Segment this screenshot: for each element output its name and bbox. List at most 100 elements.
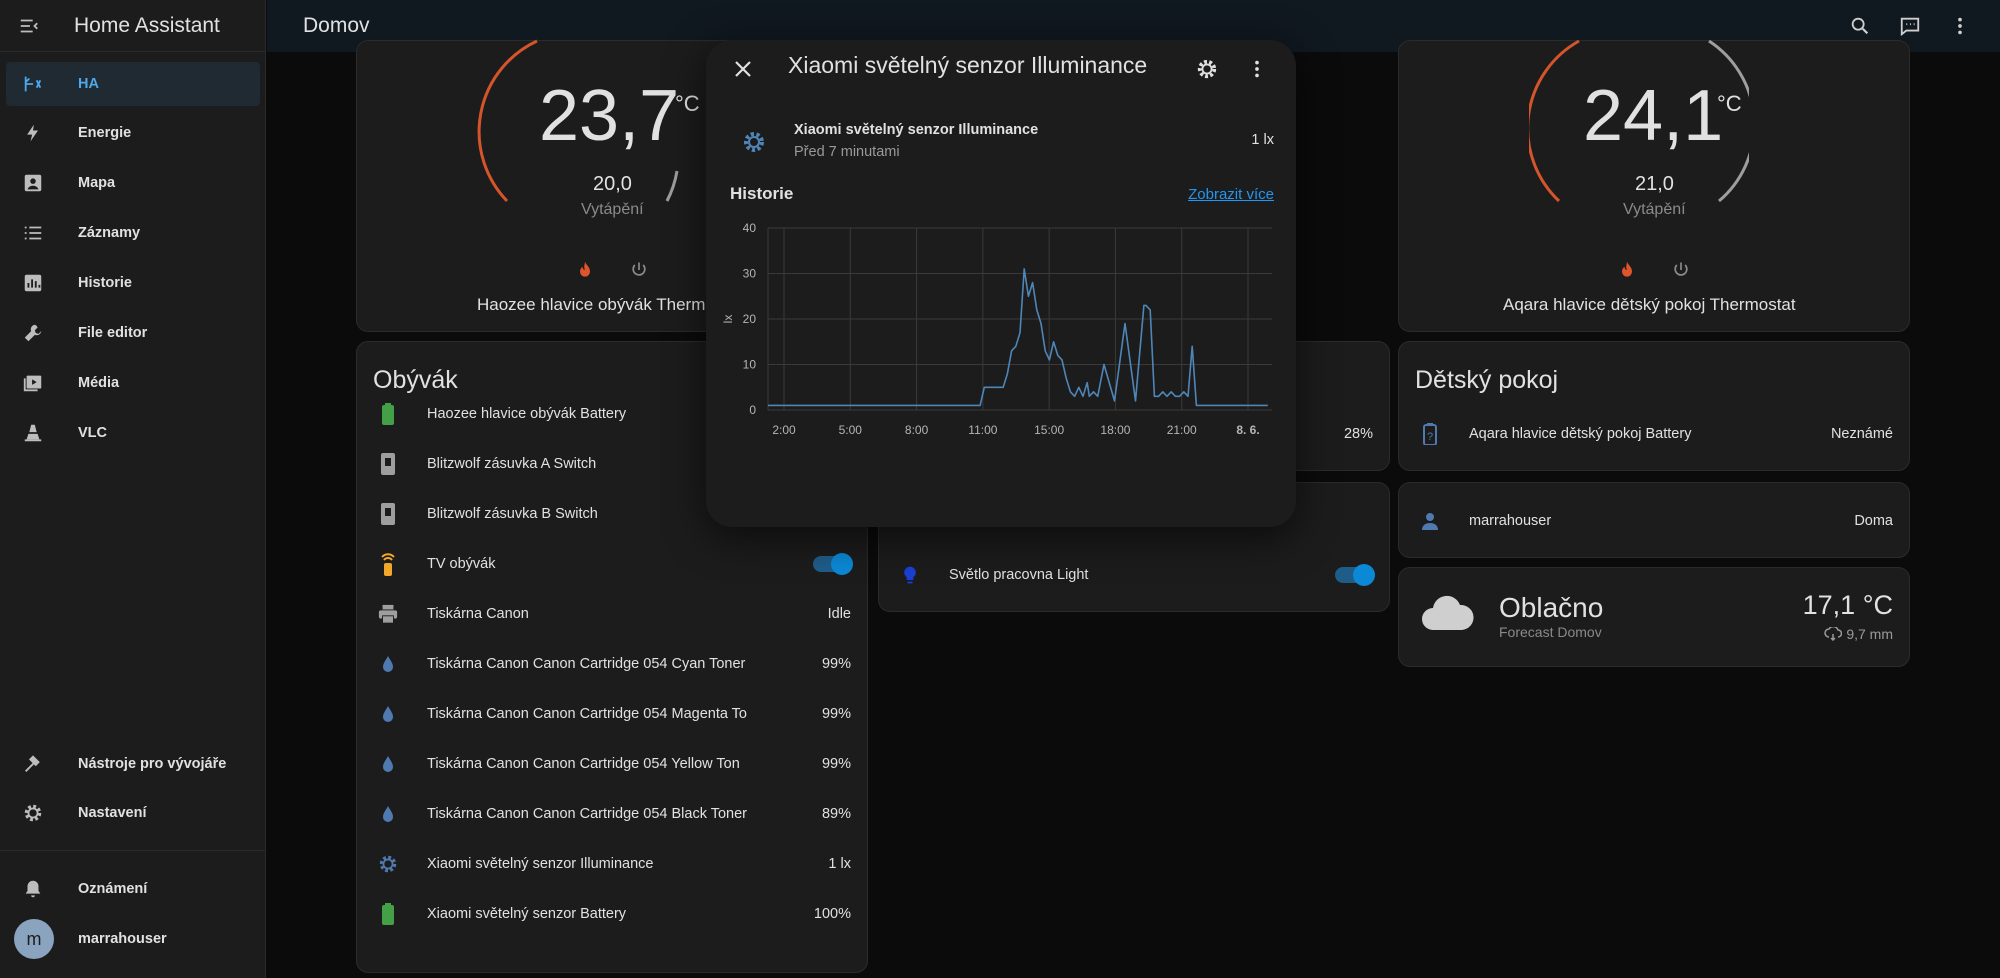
- list-item[interactable]: Tiskárna Canon Canon Cartridge 054 Cyan …: [373, 644, 851, 684]
- svg-text:?: ?: [1427, 431, 1433, 443]
- chart-x-tick: 21:00: [1167, 423, 1197, 437]
- sidebar-item-settings[interactable]: Nastavení: [6, 791, 260, 835]
- power-icon[interactable]: [1671, 259, 1691, 286]
- weather-precipitation: 9,7 mm: [1824, 626, 1893, 642]
- power-icon[interactable]: [629, 259, 649, 286]
- chart-y-axis-label: lx: [721, 315, 735, 324]
- hvac-mode-label: Vytápění: [1623, 201, 1686, 218]
- person-card[interactable]: marrahouser Doma: [1398, 482, 1910, 558]
- brightness-icon: [742, 130, 766, 159]
- sidebar-item-dev-tools[interactable]: Nástroje pro vývojáře: [6, 742, 260, 786]
- dialog-entity-time: Před 7 minutami: [794, 144, 900, 160]
- sidebar-item-historie[interactable]: Historie: [6, 261, 260, 305]
- battery-unknown-icon[interactable]: ?: [1415, 419, 1445, 449]
- water-drop-icon[interactable]: [373, 699, 403, 729]
- assist-icon[interactable]: [1896, 12, 1924, 40]
- battery-icon[interactable]: [373, 899, 403, 929]
- weather-subtitle: Forecast Domov: [1499, 624, 1602, 640]
- chart-x-tick: 5:00: [839, 423, 863, 437]
- fire-icon[interactable]: [575, 259, 595, 286]
- power-socket-icon[interactable]: [373, 499, 403, 529]
- sidebar-item-ha[interactable]: HA: [6, 62, 260, 106]
- card-title: Obývák: [373, 366, 458, 394]
- list-item[interactable]: Tiskárna Canon Canon Cartridge 054 Yello…: [373, 744, 851, 784]
- list-item[interactable]: Světlo pracovna Light: [895, 555, 1375, 595]
- printer-icon[interactable]: [373, 599, 403, 629]
- sidebar-item-user[interactable]: m marrahouser: [6, 917, 260, 961]
- chart-x-tick: 8. 6.: [1236, 423, 1259, 437]
- remote-icon[interactable]: [373, 549, 403, 579]
- sidebar-item-zaznamy[interactable]: Záznamy: [6, 211, 260, 255]
- sidebar-item-media[interactable]: Média: [6, 361, 260, 405]
- sidebar-item-vlc[interactable]: VLC: [6, 411, 260, 455]
- thermostat-card-detsky[interactable]: 24,1 °C 21,0 Vytápění Aqara hlavice děts…: [1398, 39, 1910, 332]
- water-drop-icon[interactable]: [373, 649, 403, 679]
- sidebar-item-label: Oznámení: [78, 881, 148, 897]
- entity-value: 100%: [813, 906, 851, 922]
- settings-gear-icon[interactable]: [1192, 54, 1222, 84]
- sidebar-item-energie[interactable]: Energie: [6, 111, 260, 155]
- entity-name: TV obývák: [427, 556, 496, 572]
- entity-name: Xiaomi světelný senzor Illuminance: [427, 856, 654, 872]
- chart-y-tick: 20: [743, 312, 757, 326]
- brightness-icon[interactable]: [373, 849, 403, 879]
- sidebar-item-mapa[interactable]: Mapa: [6, 161, 260, 205]
- tv-toggle[interactable]: [813, 553, 853, 575]
- list-item[interactable]: ? Aqara hlavice dětský pokoj Battery Nez…: [1415, 414, 1893, 454]
- list-item[interactable]: Xiaomi světelný senzor Illuminance 1 lx: [373, 844, 851, 884]
- show-more-link[interactable]: Zobrazit více: [1188, 186, 1274, 203]
- temperature-unit: °C: [1717, 91, 1742, 116]
- avatar: m: [14, 919, 54, 959]
- close-icon[interactable]: [728, 54, 758, 84]
- bell-icon: [18, 877, 48, 901]
- list-item[interactable]: Tiskárna Canon Idle: [373, 594, 851, 634]
- account-icon[interactable]: [1415, 506, 1445, 536]
- entity-name: Tiskárna Canon Canon Cartridge 054 Black…: [427, 806, 747, 822]
- dialog-entity-row: Xiaomi světelný senzor Illuminance Před …: [728, 120, 1274, 166]
- current-temperature: 23,7: [539, 76, 680, 156]
- entity-name: Tiskárna Canon Canon Cartridge 054 Magen…: [427, 706, 747, 722]
- more-vertical-icon[interactable]: [1242, 54, 1272, 84]
- entity-name: Tiskárna Canon Canon Cartridge 054 Yello…: [427, 756, 740, 772]
- list-item[interactable]: marrahouser Doma: [1415, 501, 1893, 541]
- chart-x-tick: 18:00: [1100, 423, 1130, 437]
- sidebar-item-label: HA: [78, 76, 99, 92]
- menu-open-icon[interactable]: [18, 15, 40, 37]
- sidebar-item-notifications[interactable]: Oznámení: [6, 867, 260, 911]
- list-item[interactable]: TV obývák: [373, 544, 853, 584]
- entity-name: Xiaomi světelný senzor Battery: [427, 906, 627, 922]
- list-item[interactable]: Tiskárna Canon Canon Cartridge 054 Black…: [373, 794, 851, 834]
- sidebar-divider: [0, 850, 266, 851]
- light-toggle[interactable]: [1335, 564, 1375, 586]
- water-drop-icon[interactable]: [373, 749, 403, 779]
- power-socket-icon[interactable]: [373, 449, 403, 479]
- fire-icon[interactable]: [1617, 259, 1637, 286]
- battery-icon[interactable]: [373, 399, 403, 429]
- more-vertical-icon[interactable]: [1946, 12, 1974, 40]
- list-item[interactable]: Xiaomi světelný senzor Battery 100%: [373, 894, 851, 934]
- dialog-entity-name: Xiaomi světelný senzor Illuminance: [794, 122, 1039, 138]
- entity-name: Tiskárna Canon: [427, 606, 529, 622]
- detsky-card: Dětský pokoj ? Aqara hlavice dětský poko…: [1398, 341, 1910, 471]
- temperature-unit: °C: [675, 91, 700, 116]
- ha-logo-icon: [18, 72, 48, 96]
- sidebar-item-label: marrahouser: [78, 931, 167, 947]
- chart-x-tick: 11:00: [968, 423, 997, 437]
- thermostat-name: Aqara hlavice dětský pokoj Thermostat: [1503, 295, 1796, 314]
- search-icon[interactable]: [1846, 12, 1874, 40]
- chart-y-tick: 30: [743, 267, 757, 281]
- lightbulb-icon[interactable]: [895, 560, 925, 590]
- weather-card[interactable]: Oblačno Forecast Domov 17,1 °C 9,7 mm: [1398, 567, 1910, 667]
- list-item[interactable]: Tiskárna Canon Canon Cartridge 054 Magen…: [373, 694, 851, 734]
- entity-value: Doma: [1854, 513, 1893, 529]
- sidebar-item-label: Média: [78, 375, 120, 391]
- sidebar-item-file-editor[interactable]: File editor: [6, 311, 260, 355]
- entity-value: Neznámé: [1830, 426, 1893, 442]
- entity-value: 99%: [821, 706, 851, 722]
- entity-value: 99%: [821, 756, 851, 772]
- entity-name: marrahouser: [1469, 513, 1552, 529]
- card-title: Dětský pokoj: [1415, 366, 1559, 394]
- history-chart[interactable]: 0 10 20 30 40 2:00 5:00 8:00 11:00 15:00 18:00 21:0…: [720, 214, 1286, 524]
- entity-value: Idle: [827, 606, 851, 622]
- water-drop-icon[interactable]: [373, 799, 403, 829]
